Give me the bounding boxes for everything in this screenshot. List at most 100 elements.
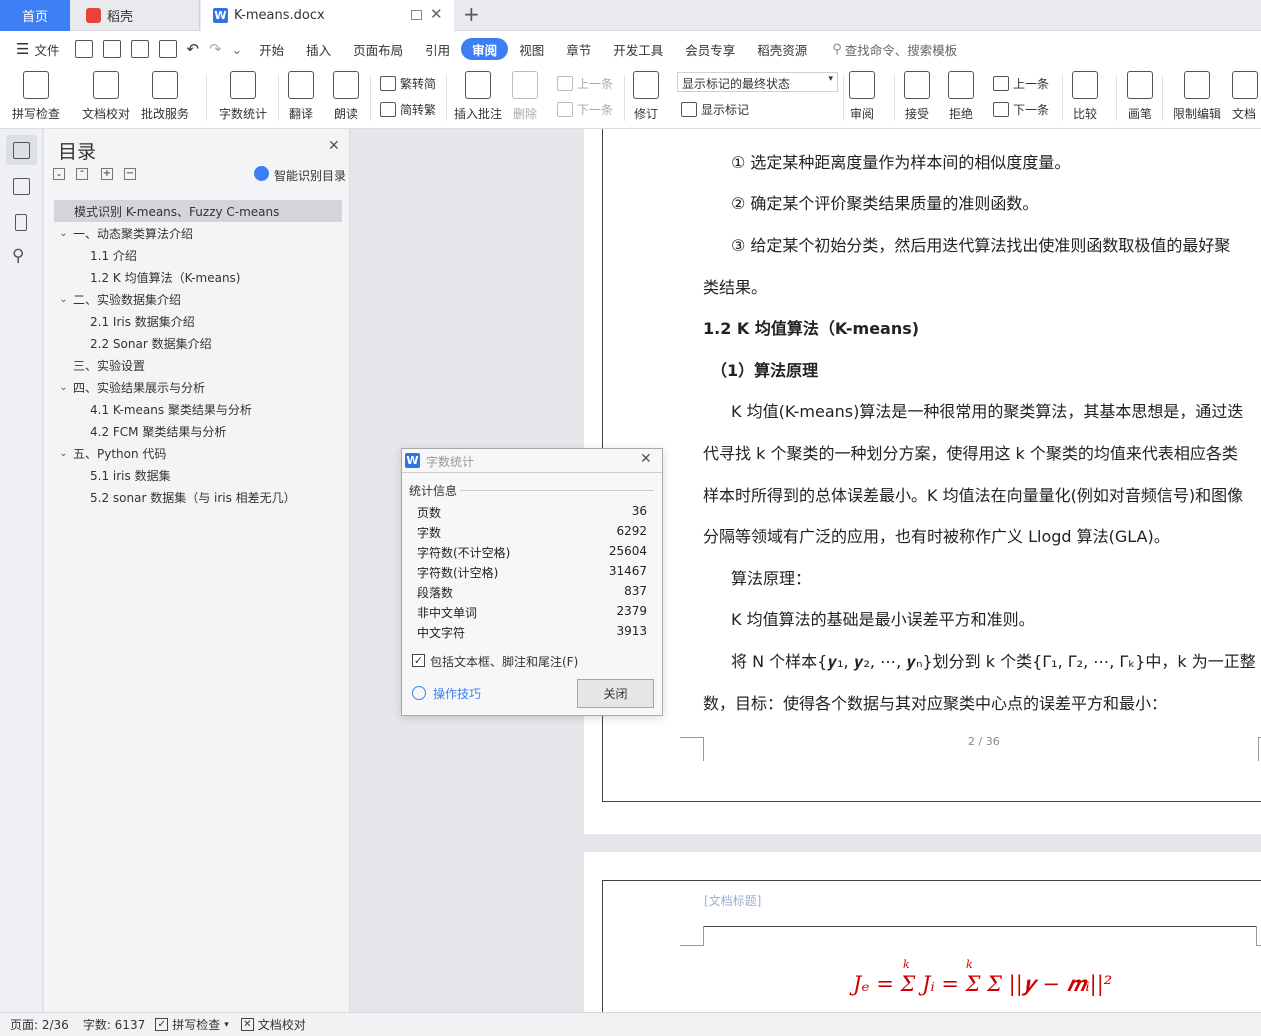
bookmark-icon[interactable]	[15, 214, 27, 231]
translate-button[interactable]: 翻译	[288, 71, 314, 122]
tab-home[interactable]: 首页	[0, 0, 70, 31]
toc-item[interactable]: 5.2 sonar 数据集（与 iris 相差无几）	[54, 486, 342, 508]
trad-to-simp-button[interactable]: 繁转简	[380, 75, 436, 92]
page-indicator[interactable]: 页面: 2/36	[10, 1016, 69, 1033]
toc-item[interactable]: ⌄ 一、动态聚类算法介绍	[54, 222, 342, 244]
doc-permission-button[interactable]: 文档	[1232, 71, 1258, 122]
more-icon[interactable]: ⌄	[232, 42, 242, 57]
document-paragraph[interactable]: 将 N 个样本{𝒚₁, 𝒚₂, ⋯, 𝒚ₙ}划分到 k 个类{Γ₁, Γ₂, ⋯…	[731, 648, 1256, 672]
toc-item[interactable]: 2.1 Iris 数据集介绍	[54, 310, 342, 332]
document-paragraph[interactable]: K 均值算法的基础是最小误差平方和准则。	[731, 606, 1035, 630]
accept-button[interactable]: 接受	[904, 71, 930, 122]
next-change-button[interactable]: 下一条	[993, 101, 1049, 118]
chevron-down-icon[interactable]: ⌄	[57, 294, 70, 305]
document-paragraph[interactable]: 样本时所得到的总体误差最小。K 均值法在向量量化(例如对音频信号)和图像	[703, 482, 1243, 506]
expand-all-icon[interactable]: ⌃	[76, 168, 88, 180]
pen-button[interactable]: 画笔	[1127, 71, 1153, 122]
show-markup-button[interactable]: 显示标记	[681, 101, 749, 118]
review-pane-button[interactable]: 审阅	[849, 71, 875, 122]
spell-check-button[interactable]: 拼写检查	[12, 71, 60, 122]
redo-icon[interactable]: ↷	[209, 40, 222, 58]
doc-proof-status[interactable]: 文档校对	[258, 1016, 306, 1033]
undo-icon[interactable]: ↶	[186, 40, 199, 58]
delete-comment-button[interactable]: 删除	[512, 71, 538, 122]
save-icon[interactable]	[75, 40, 94, 58]
search-icon[interactable]: ⚲	[12, 246, 24, 266]
toc-item[interactable]: 5.1 iris 数据集	[54, 464, 342, 486]
toc-item[interactable]: 4.2 FCM 聚类结果与分析	[54, 420, 342, 442]
simp-to-trad-button[interactable]: 简转繁	[380, 101, 436, 118]
markup-state-select[interactable]: 显示标记的最终状态 ▾	[677, 72, 838, 92]
smart-toc-button[interactable]: 智能识别目录	[274, 167, 346, 184]
menu-tab-3[interactable]: 引用	[414, 38, 461, 60]
document-paragraph[interactable]: 类结果。	[703, 274, 767, 298]
word-count-button[interactable]: 字数统计	[219, 71, 267, 122]
toc-item[interactable]: ⌄ 二、实验数据集介绍	[54, 288, 342, 310]
document-heading[interactable]: （1）算法原理	[711, 357, 818, 381]
tab-document[interactable]: W K-means.docx ✕	[201, 0, 454, 31]
navigation-icon[interactable]	[13, 178, 30, 195]
chevron-down-icon[interactable]: ⌄	[57, 382, 70, 393]
print-icon[interactable]	[131, 40, 150, 58]
revise-button[interactable]: 修订	[633, 71, 659, 122]
restrict-edit-button[interactable]: 限制编辑	[1173, 71, 1221, 122]
document-heading[interactable]: 1.2 K 均值算法（K-means)	[703, 315, 919, 339]
export-pdf-icon[interactable]	[103, 40, 122, 58]
toc-item[interactable]: ⌄ 四、实验结果展示与分析	[54, 376, 342, 398]
toc-item[interactable]: ⌄ 五、Python 代码	[54, 442, 342, 464]
word-count-indicator[interactable]: 字数: 6137	[83, 1016, 145, 1033]
toc-item[interactable]: 模式识别 K-means、Fuzzy C-means	[54, 200, 342, 222]
document-paragraph[interactable]: ① 选定某种距离度量作为样本间的相似度度量。	[731, 149, 1070, 173]
document-paragraph[interactable]: 分隔等领域有广泛的应用，也有时被称作广义 Llogd 算法(GLA)。	[703, 523, 1170, 547]
doc-proof-button[interactable]: 文档校对	[82, 71, 130, 122]
close-tab-icon[interactable]: ✕	[430, 5, 443, 23]
menu-tab-0[interactable]: 开始	[248, 38, 295, 60]
menu-tab-5[interactable]: 视图	[508, 38, 555, 60]
new-tab-button[interactable]: +	[463, 2, 480, 26]
document-paragraph[interactable]: 算法原理：	[731, 565, 811, 589]
include-checkbox[interactable]: ✓	[412, 654, 425, 667]
menu-tab-8[interactable]: 会员专享	[674, 38, 746, 60]
menu-file[interactable]: 文件	[29, 38, 70, 60]
prev-change-button[interactable]: 上一条	[993, 75, 1049, 92]
menu-tab-2[interactable]: 页面布局	[342, 38, 414, 60]
toc-icon[interactable]	[13, 142, 30, 159]
chevron-down-icon[interactable]: ⌄	[57, 448, 70, 459]
pin-icon[interactable]	[411, 10, 422, 20]
chevron-down-icon[interactable]: ⌄	[57, 228, 70, 239]
toc-item[interactable]: 2.2 Sonar 数据集介绍	[54, 332, 342, 354]
prev-comment-button[interactable]: 上一条	[557, 75, 613, 92]
toc-item[interactable]: 4.1 K-means 聚类结果与分析	[54, 398, 342, 420]
collapse-all-icon[interactable]: ⌄	[53, 168, 65, 180]
menu-tab-9[interactable]: 稻壳资源	[746, 38, 818, 60]
add-level-icon[interactable]: +	[101, 168, 113, 180]
print-preview-icon[interactable]	[159, 40, 178, 58]
menu-tab-7[interactable]: 开发工具	[602, 38, 674, 60]
toc-item[interactable]: 三、实验设置	[54, 354, 342, 376]
read-aloud-button[interactable]: 朗读	[333, 71, 359, 122]
hamburger-icon[interactable]: ☰	[16, 40, 29, 58]
toc-item[interactable]: 1.1 介绍	[54, 244, 342, 266]
menu-tab-4[interactable]: 审阅	[461, 38, 509, 60]
tips-link[interactable]: 操作技巧	[433, 685, 481, 702]
next-comment-button[interactable]: 下一条	[557, 101, 613, 118]
toc-item[interactable]: 1.2 K 均值算法（K-means)	[54, 266, 342, 288]
reject-button[interactable]: 拒绝	[948, 71, 974, 122]
chevron-down-icon[interactable]: ▾	[224, 1020, 229, 1030]
close-pane-icon[interactable]: ✕	[328, 138, 340, 154]
document-paragraph[interactable]: ③ 给定某个初始分类，然后用迭代算法找出使准则函数取极值的最好聚	[731, 232, 1230, 256]
close-button[interactable]: 关闭	[577, 679, 654, 708]
menu-tab-1[interactable]: 插入	[295, 38, 342, 60]
compare-button[interactable]: 比较	[1072, 71, 1098, 122]
batch-service-button[interactable]: 批改服务	[141, 71, 189, 122]
header-placeholder[interactable]: [文档标题]	[704, 892, 761, 909]
remove-level-icon[interactable]: −	[124, 168, 136, 180]
spell-check-status[interactable]: 拼写检查	[172, 1016, 220, 1033]
close-dialog-icon[interactable]: ✕	[640, 451, 652, 467]
document-paragraph[interactable]: 代寻找 k 个聚类的一种划分方案，使得用这 k 个聚类的均值来代表相应各类	[703, 440, 1238, 464]
tab-daoke[interactable]: 稻壳	[72, 0, 200, 31]
document-paragraph[interactable]: ② 确定某个评价聚类结果质量的准则函数。	[731, 190, 1038, 214]
document-paragraph[interactable]: K 均值(K-means)算法是一种很常用的聚类算法，其基本思想是，通过迭	[731, 398, 1243, 422]
insert-comment-button[interactable]: 插入批注	[454, 71, 502, 122]
document-paragraph[interactable]: 数，目标：使得各个数据与其对应聚类中心点的误差平方和最小：	[703, 690, 1167, 714]
